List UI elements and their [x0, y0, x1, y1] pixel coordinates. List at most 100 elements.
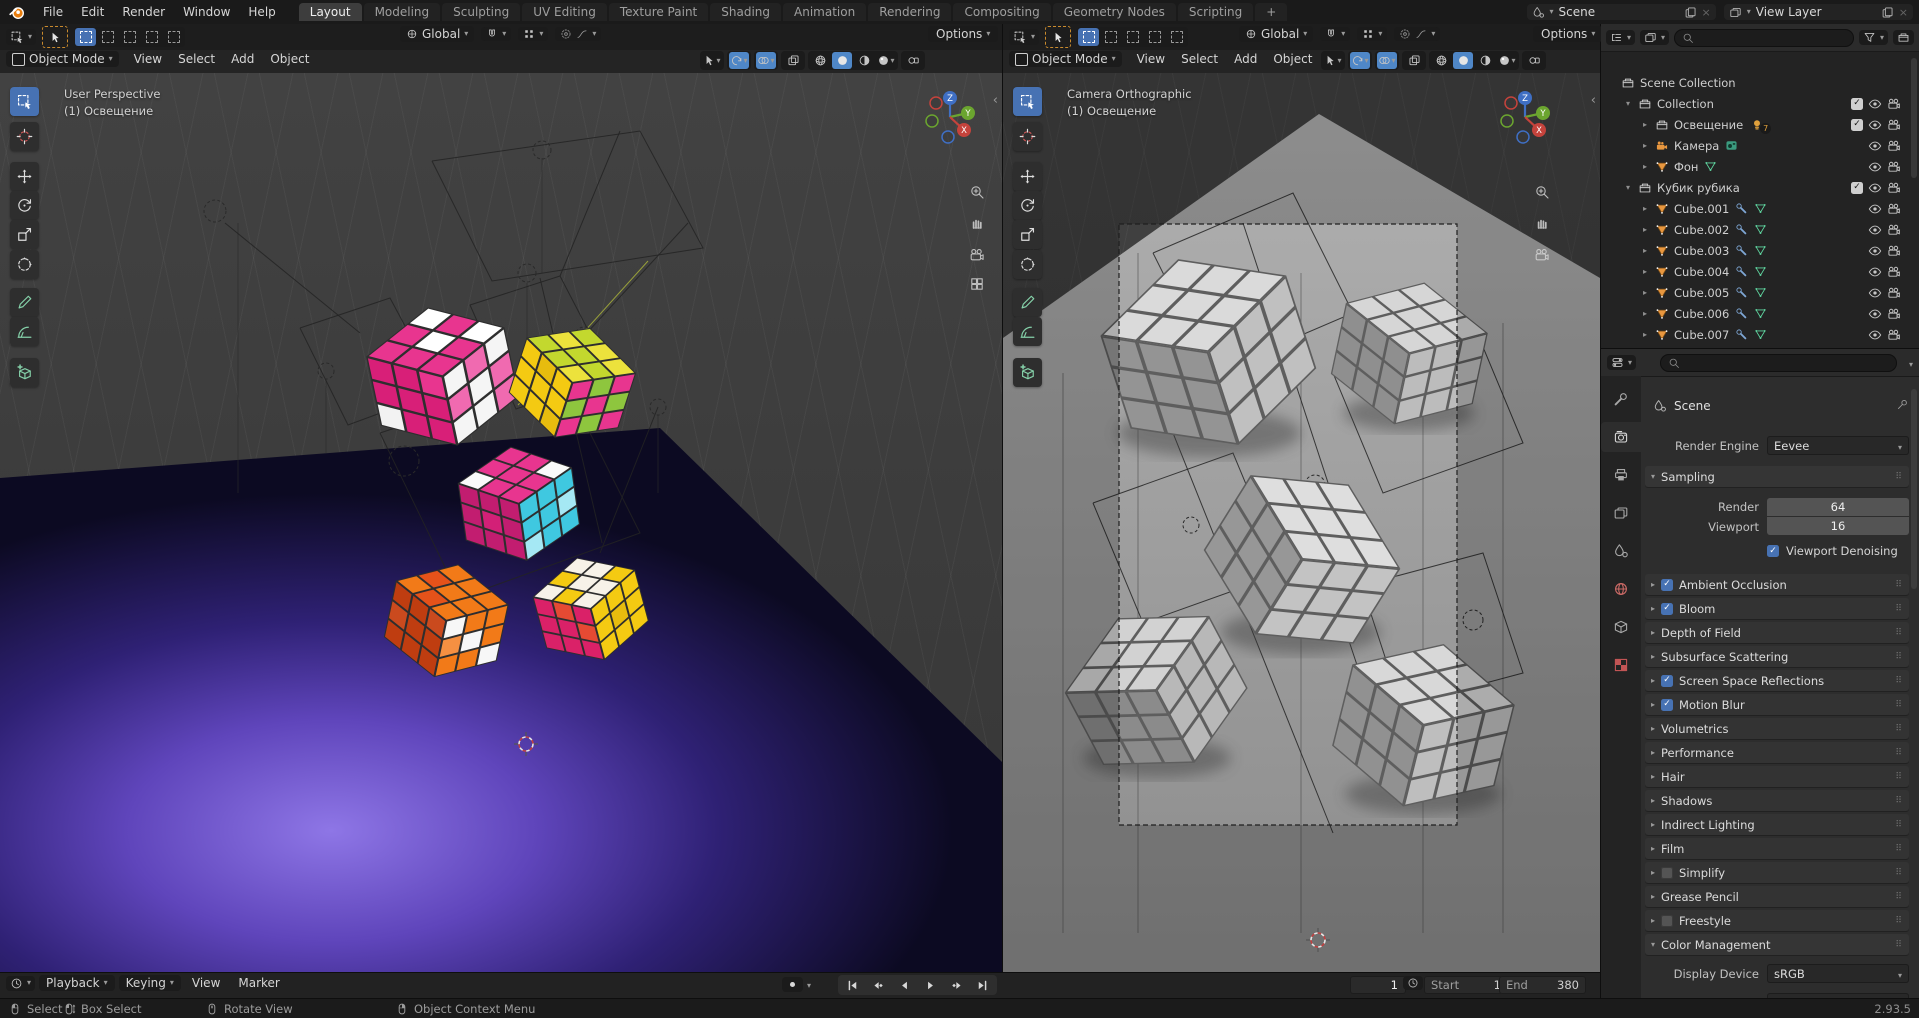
panel-drag-dots[interactable]: ⠿ — [1895, 652, 1903, 662]
tab-properties-output[interactable] — [1601, 460, 1641, 490]
toolbar-add-cube[interactable] — [10, 358, 39, 387]
properties-search-input[interactable] — [1660, 353, 1897, 372]
disable-render-toggle[interactable] — [1887, 139, 1901, 153]
scene-selector[interactable]: ▾ Scene × — [1526, 4, 1716, 20]
menu-render[interactable]: Render — [113, 3, 174, 21]
viewport-menu-view[interactable]: View — [1130, 51, 1172, 67]
navigation-gizmo[interactable]: Z YX — [1495, 87, 1555, 147]
tab-workspace-compositing[interactable]: Compositing — [953, 3, 1051, 21]
select-mode-new[interactable] — [75, 28, 97, 46]
select-mode-new[interactable] — [1078, 28, 1100, 46]
hide-viewport-toggle[interactable] — [1868, 265, 1882, 279]
panel-performance[interactable]: ▸ Performance ⠿ — [1645, 742, 1909, 763]
tab-workspace-modeling[interactable]: Modeling — [363, 3, 441, 21]
panel-drag-dots[interactable]: ⠿ — [1895, 820, 1903, 830]
tab-properties-world[interactable] — [1601, 574, 1641, 604]
timeline-menu-view[interactable]: View — [185, 975, 227, 991]
transport-play-button[interactable] — [918, 976, 943, 994]
viewport-menu-select[interactable]: Select — [1174, 51, 1225, 67]
disclosure-closed-icon[interactable]: ▸ — [1643, 120, 1655, 129]
toolbar-cursor-tool[interactable] — [1013, 122, 1042, 151]
toolbar-move[interactable] — [10, 162, 39, 191]
proportional-editing-dropdown[interactable]: ▾ — [555, 27, 602, 41]
menu-help[interactable]: Help — [239, 3, 284, 21]
panel-drag-dots[interactable]: ⠿ — [1895, 916, 1903, 926]
panel-drag-dots[interactable]: ⠿ — [1895, 868, 1903, 878]
disable-render-toggle[interactable] — [1887, 160, 1901, 174]
auto-keying-button[interactable] — [782, 976, 803, 992]
panel-checkbox[interactable]: ✓ — [1661, 698, 1674, 711]
outliner-row-освещение[interactable]: ▸ Освещение 7 ✓ — [1601, 114, 1907, 135]
tab-properties-tool[interactable] — [1601, 384, 1641, 414]
tab-workspace-geometry-nodes[interactable]: Geometry Nodes — [1052, 3, 1176, 21]
mode-dropdown[interactable]: Object Mode ▾ — [1009, 51, 1122, 67]
properties-options-chevron[interactable]: ▾ — [1909, 356, 1913, 370]
hide-viewport-toggle[interactable] — [1868, 328, 1882, 342]
snap-dropdown[interactable]: ▾ — [1320, 27, 1351, 41]
panel-drag-dots[interactable]: ⠿ — [1895, 844, 1903, 854]
panel-color-management[interactable]: ▾ Color Management ⠿ — [1645, 934, 1909, 955]
show-overlays-toggle[interactable]: ▾ — [756, 52, 776, 69]
copy-pages-icon[interactable] — [1684, 6, 1697, 19]
viewport-hand-control[interactable] — [1531, 212, 1553, 234]
disclosure-closed-icon[interactable]: ▸ — [1643, 309, 1655, 318]
toolbar-select-box[interactable] — [10, 87, 39, 116]
outliner-row-cube-006[interactable]: ▸ Cube.006 — [1601, 303, 1907, 324]
panel-depth-of-field[interactable]: ▸ Depth of Field ⠿ — [1645, 622, 1909, 643]
tab-workspace-animation[interactable]: Animation — [783, 3, 867, 21]
panel-simplify[interactable]: ▸ Simplify ⠿ — [1645, 862, 1909, 883]
tab-workspace-shading[interactable]: Shading — [710, 3, 781, 21]
snap-dropdown[interactable]: ▾ — [481, 27, 512, 41]
menu-edit[interactable]: Edit — [72, 3, 113, 21]
hide-viewport-toggle[interactable] — [1868, 307, 1882, 321]
outliner-row-collection[interactable]: ▾ Collection ✓ — [1601, 93, 1907, 114]
hide-viewport-toggle[interactable] — [1868, 97, 1882, 111]
toggle-xray[interactable] — [1404, 52, 1424, 69]
tab-workspace-scripting[interactable]: Scripting — [1177, 3, 1254, 21]
panel-hair[interactable]: ▸ Hair ⠿ — [1645, 766, 1909, 787]
panel-drag-dots[interactable]: ⠿ — [1895, 940, 1903, 950]
shading-wireframe[interactable] — [1431, 52, 1451, 69]
toolbar-annotate[interactable] — [1013, 288, 1042, 317]
shading-material[interactable] — [1475, 52, 1495, 69]
toolbar-move[interactable] — [1013, 162, 1042, 191]
tab-workspace-texture-paint[interactable]: Texture Paint — [608, 3, 709, 21]
viewport-camera-control[interactable] — [966, 244, 988, 266]
shading-solid[interactable] — [1453, 52, 1473, 69]
viewport-camera-control[interactable] — [1531, 244, 1553, 266]
select-mode-invert[interactable] — [141, 28, 162, 46]
proportional-editing-dropdown[interactable]: ▾ — [1394, 27, 1441, 41]
toolbar-measure[interactable] — [10, 317, 39, 346]
toggle-xray[interactable] — [783, 52, 803, 69]
filter-mode-dropdown[interactable]: ▾ — [1640, 30, 1670, 45]
toolbar-transform-tool[interactable] — [10, 250, 39, 279]
viewport-3d-right[interactable]: Camera Orthographic (1) Освещение Z Y X ‹ — [1003, 73, 1600, 972]
transform-orientation-dropdown[interactable]: Global ▾ — [1239, 26, 1314, 42]
frame-start-field[interactable]: Start 1 — [1424, 976, 1508, 994]
panel-drag-dots[interactable]: ⠿ — [1895, 472, 1903, 482]
disable-render-toggle[interactable] — [1887, 286, 1901, 300]
pivot-point-dropdown[interactable]: ▾ — [518, 27, 549, 41]
tab-properties-texture[interactable] — [1601, 650, 1641, 680]
viewport-menu-view[interactable]: View — [127, 51, 169, 67]
panel-screen-space-reflections[interactable]: ▸ ✓ Screen Space Reflections ⠿ — [1645, 670, 1909, 691]
panel-drag-dots[interactable]: ⠿ — [1895, 724, 1903, 734]
outliner-checkbox[interactable]: ✓ — [1851, 181, 1863, 194]
hide-viewport-toggle[interactable] — [1868, 139, 1882, 153]
hide-viewport-toggle[interactable] — [1868, 160, 1882, 174]
toolbar-select-box[interactable] — [1013, 87, 1042, 116]
panel-motion-blur[interactable]: ▸ ✓ Motion Blur ⠿ — [1645, 694, 1909, 715]
cm-select[interactable]: sRGB ▾ — [1767, 964, 1909, 983]
shading-rendered[interactable]: ▾ — [876, 52, 896, 69]
transport-jump-first-button[interactable] — [840, 976, 865, 994]
auto-keying-options-chevron[interactable]: ▾ — [805, 975, 813, 993]
panel-drag-dots[interactable]: ⠿ — [1895, 676, 1903, 686]
sampling-viewport-field[interactable]: 16 — [1767, 517, 1909, 535]
viewport-grid4-control[interactable] — [966, 273, 988, 295]
outliner-checkbox[interactable]: ✓ — [1851, 97, 1863, 110]
menu-file[interactable]: File — [34, 3, 72, 21]
panel-drag-dots[interactable]: ⠿ — [1895, 772, 1903, 782]
select-mode-intersect[interactable] — [1166, 28, 1187, 46]
panel-drag-dots[interactable]: ⠿ — [1895, 604, 1903, 614]
editor-type-dropdown[interactable]: ▾ — [6, 975, 36, 991]
